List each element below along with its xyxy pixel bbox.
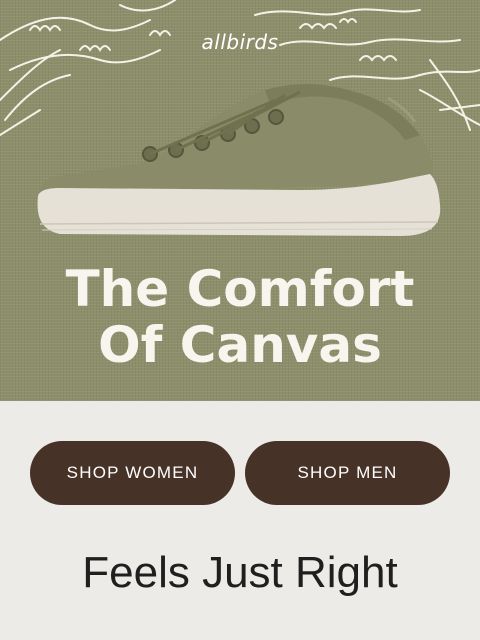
brand-logo[interactable]: allbirds <box>0 30 480 54</box>
tree-doodle-left <box>0 0 176 136</box>
shop-women-button[interactable]: SHOP WOMEN <box>30 441 235 505</box>
headline-line-1: The Comfort <box>65 260 415 318</box>
shop-buttons: SHOP WOMEN SHOP MEN <box>30 441 450 505</box>
hero-banner[interactable]: allbirds The Comfort Of Canvas <box>0 0 480 401</box>
headline-line-2: Of Canvas <box>98 316 382 374</box>
tagline: Feels Just Right <box>82 548 398 597</box>
sneaker-image <box>37 84 441 236</box>
shop-men-button[interactable]: SHOP MEN <box>245 441 450 505</box>
